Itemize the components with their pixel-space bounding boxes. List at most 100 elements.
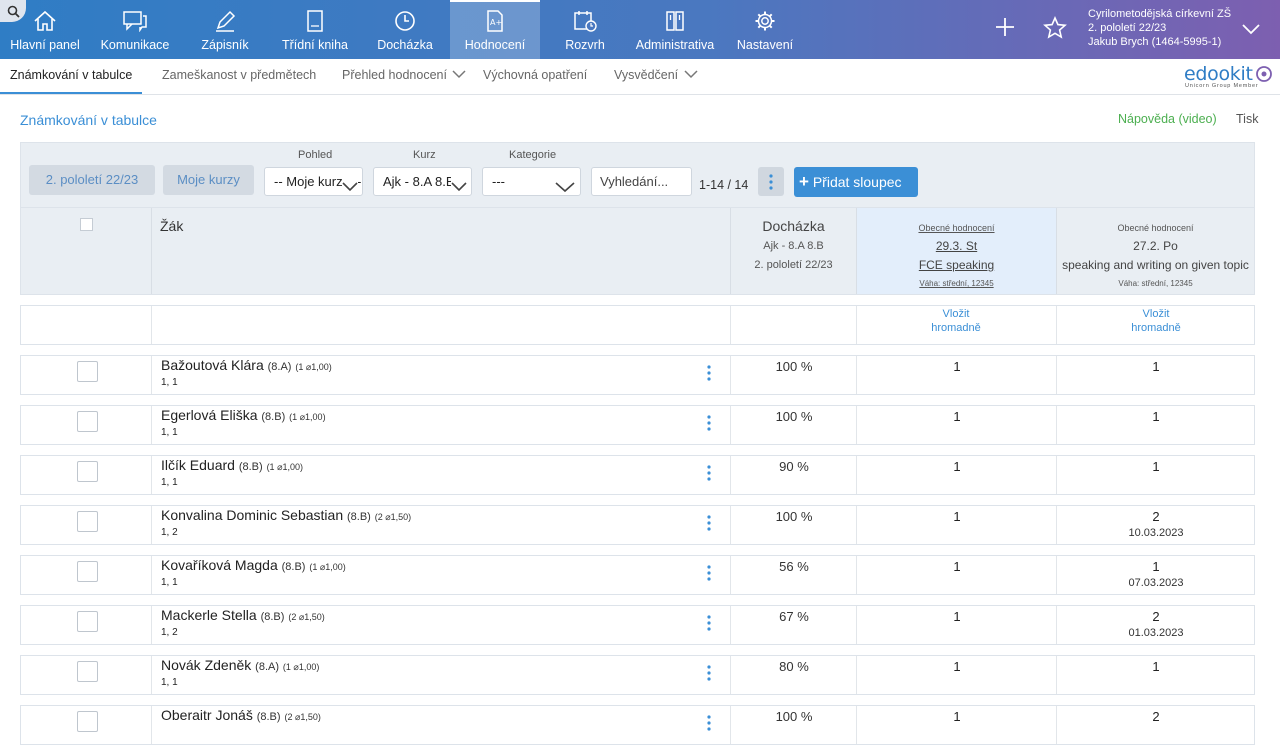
category-label: Kategorie [509, 149, 557, 161]
row-checkbox[interactable] [77, 511, 98, 532]
row-checkbox[interactable] [77, 361, 98, 382]
attendance-cell: 56 % [779, 559, 809, 574]
bulk-insert-link-1[interactable]: Vložit hromadně [857, 307, 1055, 335]
term-button[interactable]: 2. pololetí 22/23 [29, 165, 155, 195]
grade-cell-1[interactable]: 1 [857, 509, 1057, 524]
student-name-cell[interactable]: Kovaříková Magda (8.B) (1 ⌀1,00) [161, 557, 346, 573]
grade-cell-1[interactable]: 1 [857, 409, 1057, 424]
column-topic: FCE speaking [918, 258, 995, 272]
nav-item-schedule[interactable]: Rozvrh [560, 0, 610, 59]
grade-cell-2[interactable]: 2 [1057, 609, 1255, 624]
chevron-down-icon[interactable] [1241, 22, 1261, 41]
tab-grading-overview[interactable]: Přehled hodnocení [342, 59, 466, 94]
view-label: Pohled [298, 149, 333, 161]
course-select[interactable]: Ajk - 8.A 8.B [373, 167, 472, 196]
more-options-icon[interactable] [758, 167, 784, 196]
my-courses-button[interactable]: Moje kurzy [163, 165, 254, 195]
grade-cell-2[interactable]: 1 [1057, 559, 1255, 574]
plus-icon[interactable] [994, 16, 1016, 43]
grade-cell-1[interactable]: 1 [857, 659, 1057, 674]
row-menu-icon[interactable] [707, 615, 711, 636]
row-menu-icon[interactable] [707, 465, 711, 486]
add-column-button[interactable]: + Přidat sloupec [794, 167, 918, 197]
student-grades: 1, 1 [161, 427, 178, 438]
row-checkbox[interactable] [77, 561, 98, 582]
student-grades: 1, 2 [161, 627, 178, 638]
select-all-checkbox[interactable] [80, 218, 93, 231]
student-column-header[interactable]: Žák [160, 218, 183, 234]
nav-item-dashboard[interactable]: Hlavní panel [6, 0, 84, 59]
category-select[interactable]: --- [482, 167, 581, 196]
tab-disciplinary-measures[interactable]: Výchovná opatření [483, 59, 587, 94]
grade-cell-1[interactable]: 1 [857, 709, 1057, 724]
tab-report-card[interactable]: Vysvědčení [614, 59, 698, 94]
student-name-cell[interactable]: Oberaitr Jonáš (8.B) (2 ⌀1,50) [161, 707, 321, 723]
bulk-insert-row: Vložit hromadně Vložit hromadně [20, 305, 1255, 345]
column-topic: speaking and writing on given topic [1062, 258, 1249, 272]
bulk-insert-link-2[interactable]: Vložit hromadně [1057, 307, 1255, 335]
grade-cell-2[interactable]: 2 [1057, 509, 1255, 524]
nav-item-grading[interactable]: A+ Hodnocení [450, 0, 540, 59]
nav-item-attendance[interactable]: Docházka [370, 0, 440, 59]
grade-cell-1[interactable]: 1 [857, 359, 1057, 374]
row-menu-icon[interactable] [707, 665, 711, 686]
nav-item-settings[interactable]: Nastavení [732, 0, 798, 59]
grade-column-header-1[interactable]: Obecné hodnocení 29.3. St FCE speaking V… [856, 208, 1056, 294]
grade-cell-1[interactable]: 1 [857, 459, 1057, 474]
student-name-cell[interactable]: Ilčík Eduard (8.B) (1 ⌀1,00) [161, 457, 303, 473]
grade-cell-2[interactable]: 1 [1057, 659, 1255, 674]
edookit-logo: edookit [1184, 63, 1272, 85]
attendance-title: Docházka [762, 218, 825, 234]
home-icon [33, 10, 57, 31]
row-menu-icon[interactable] [707, 415, 711, 436]
row-menu-icon[interactable] [707, 515, 711, 536]
student-name-cell[interactable]: Novák Zdeněk (8.A) (1 ⌀1,00) [161, 657, 319, 673]
tab-subject-absence[interactable]: Zameškanost v předmětech [162, 59, 316, 94]
table-row: Mackerle Stella (8.B) (2 ⌀1,50) 1, 2 67 % 1… [20, 605, 1255, 645]
star-icon[interactable] [1043, 16, 1067, 45]
student-average: (1 ⌀1,00) [309, 562, 346, 572]
column-divider [151, 406, 152, 444]
print-link[interactable]: Tisk [1236, 112, 1258, 126]
grade-column-header-2[interactable]: Obecné hodnocení 27.2. Po speaking and w… [1056, 208, 1254, 294]
attendance-column-header[interactable]: Docházka Ajk - 8.A 8.B 2. pololetí 22/23 [730, 208, 856, 294]
row-menu-icon[interactable] [707, 715, 711, 736]
row-checkbox[interactable] [77, 661, 98, 682]
nav-item-communication[interactable]: Komunikace [96, 0, 174, 59]
student-class: (8.B) [281, 561, 306, 573]
grade-cell-1[interactable]: 1 [857, 559, 1057, 574]
grade-cell-2[interactable]: 1 [1057, 409, 1255, 424]
view-select[interactable]: -- Moje kurzy -- [264, 167, 363, 196]
student-name-cell[interactable]: Bažoutová Klára (8.A) (1 ⌀1,00) [161, 357, 332, 373]
record-count: 1-14 / 14 [699, 178, 749, 192]
student-grades: 1, 1 [161, 577, 178, 588]
grade-cell-2[interactable]: 2 [1057, 709, 1255, 724]
filter-bar: 2. pololetí 22/23 Moje kurzy Pohled -- M… [20, 142, 1255, 208]
table-row: Kovaříková Magda (8.B) (1 ⌀1,00) 1, 1 56 %… [20, 555, 1255, 595]
chevron-down-icon [684, 59, 698, 92]
user-school-info[interactable]: Cyrilometodějská církevní ZŠ 2. pololetí… [1088, 7, 1231, 49]
grade-date: 10.03.2023 [1128, 527, 1184, 539]
grade-cell-2[interactable]: 1 [1057, 459, 1255, 474]
student-name-cell[interactable]: Mackerle Stella (8.B) (2 ⌀1,50) [161, 607, 325, 623]
grade-cell-1[interactable]: 1 [857, 609, 1057, 624]
nav-item-class-book[interactable]: Třídní kniha [276, 0, 354, 59]
column-date: 29.3. St [935, 239, 978, 253]
row-checkbox[interactable] [77, 461, 98, 482]
search-input[interactable]: Vyhledání... [591, 167, 692, 196]
row-checkbox[interactable] [77, 611, 98, 632]
tab-table-grading[interactable]: Známkování v tabulce [0, 59, 143, 94]
grade-cell-2[interactable]: 1 [1057, 359, 1255, 374]
help-video-link[interactable]: Nápověda (video) [1118, 112, 1217, 126]
row-menu-icon[interactable] [707, 565, 711, 586]
course-value: Ajk - 8.A 8.B [383, 174, 455, 189]
row-checkbox[interactable] [77, 411, 98, 432]
row-checkbox[interactable] [77, 711, 98, 732]
student-name-cell[interactable]: Konvalina Dominic Sebastian (8.B) (2 ⌀1,… [161, 507, 411, 523]
student-name-cell[interactable]: Egerlová Eliška (8.B) (1 ⌀1,00) [161, 407, 326, 423]
grade-document-icon: A+ [485, 10, 505, 32]
nav-item-administration[interactable]: Administrativa [630, 0, 720, 59]
student-name: Oberaitr Jonáš [161, 707, 253, 723]
nav-item-notebook[interactable]: Zápisník [192, 0, 258, 59]
row-menu-icon[interactable] [707, 365, 711, 386]
